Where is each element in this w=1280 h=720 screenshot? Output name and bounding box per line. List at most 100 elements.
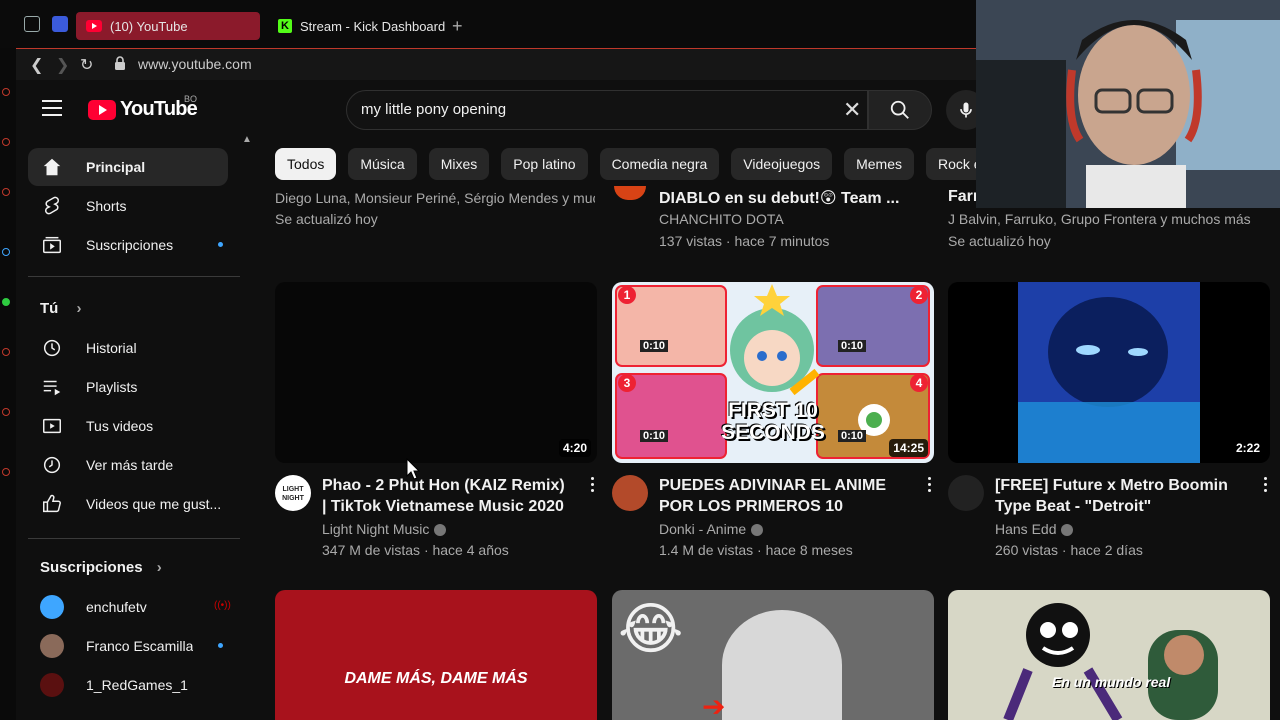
sidebar-item-principal[interactable]: Principal: [28, 148, 228, 186]
channel-name-text: Donki - Anime: [659, 521, 747, 537]
forward-icon[interactable]: ❯: [56, 55, 69, 75]
laughing-emoji-icon: 😂: [618, 597, 684, 660]
avatar[interactable]: LIGHT NIGHT: [275, 475, 311, 511]
lock-icon: [115, 56, 125, 70]
sidebar-item-subscriptions[interactable]: Suscripciones: [28, 226, 228, 264]
history-icon: [40, 336, 64, 360]
rail-item-icon[interactable]: [2, 468, 10, 476]
rail-item-icon[interactable]: [2, 348, 10, 356]
rail-item-icon[interactable]: [2, 88, 10, 96]
you-section-header[interactable]: Tú ›: [40, 300, 82, 317]
sidebar-sub-redgames[interactable]: 1_RedGames_1: [28, 666, 228, 704]
collage-time: 0:10: [640, 430, 669, 442]
youtube-logo[interactable]: YouTube BO: [88, 94, 198, 121]
scroll-up-arrow-icon[interactable]: ▲: [242, 134, 252, 145]
video-card[interactable]: 4:20 LIGHT NIGHT Phao - 2 Phut Hon (KAIZ…: [275, 282, 597, 558]
rail-item-icon[interactable]: [2, 188, 10, 196]
search-input[interactable]: my little pony opening ✕: [346, 90, 868, 130]
video-title[interactable]: PUEDES ADIVINAR EL ANIME POR LOS PRIMERO…: [659, 475, 909, 517]
video-thumbnail[interactable]: 😂 ➔: [612, 590, 934, 720]
subscriptions-section-header[interactable]: Suscripciones ›: [40, 559, 162, 576]
video-stats: 347 M de vistas · hace 4 años: [322, 542, 509, 558]
sidebar-item-label: enchufetv: [86, 599, 147, 615]
live-indicator-icon: ((•)): [214, 600, 231, 611]
extension-icon[interactable]: [52, 16, 68, 32]
sidebar-sub-franco-escamilla[interactable]: Franco Escamilla: [28, 627, 228, 665]
channel-name[interactable]: Hans Edd: [995, 521, 1074, 537]
rail-item-icon[interactable]: [2, 408, 10, 416]
clear-search-icon[interactable]: ✕: [843, 97, 861, 123]
collage-time: 0:10: [640, 340, 669, 352]
channel-name[interactable]: Donki - Anime: [659, 521, 764, 537]
video-title[interactable]: Farr: [948, 188, 979, 206]
country-code: BO: [184, 94, 198, 104]
blue-face-artwork: [1018, 282, 1200, 463]
chip-todos[interactable]: Todos: [275, 148, 337, 180]
collage-time: 0:10: [838, 430, 867, 442]
shorts-icon: [40, 194, 64, 218]
video-card[interactable]: 2:22 [FREE] Future x Metro Boomin Type B…: [948, 282, 1270, 558]
sidebar-item-your-videos[interactable]: Tus videos: [28, 407, 228, 445]
search-button[interactable]: [868, 90, 932, 130]
menu-icon[interactable]: [42, 100, 62, 121]
sidebar-item-label: 1_RedGames_1: [86, 677, 188, 693]
rail-item-icon[interactable]: [2, 138, 10, 146]
sidebar-item-label: Franco Escamilla: [86, 638, 194, 654]
kick-favicon-icon: K: [278, 19, 292, 33]
video-thumbnail[interactable]: 1 2 3 4 0:10 0:10 0:10 0:10 FIRST 10 SEC…: [612, 282, 934, 463]
sidebar-item-label: Historial: [86, 340, 137, 356]
back-icon[interactable]: ❮: [30, 55, 43, 75]
collage-time: 0:10: [838, 340, 867, 352]
more-options-icon[interactable]: [591, 477, 595, 495]
collage-number: 2: [910, 286, 928, 304]
chip-mixes[interactable]: Mixes: [428, 148, 490, 180]
sidebar-toggle-icon[interactable]: [24, 16, 40, 32]
video-title[interactable]: DIABLO en su debut!😲 Team ...: [659, 188, 899, 208]
tab-title: Stream - Kick Dashboard: [300, 18, 446, 34]
sidebar-item-shorts[interactable]: Shorts: [28, 187, 228, 225]
chevron-right-icon: ›: [76, 300, 82, 317]
verified-icon: [751, 524, 764, 537]
avatar[interactable]: [612, 475, 648, 511]
mix-updated: Se actualizó hoy: [275, 211, 378, 227]
avatar[interactable]: [948, 475, 984, 511]
sidebar-item-playlists[interactable]: Playlists: [28, 368, 228, 406]
more-options-icon[interactable]: [928, 477, 932, 495]
avatar[interactable]: [614, 186, 646, 200]
tab-kick-dashboard[interactable]: K Stream - Kick Dashboard: [268, 12, 468, 40]
sidebar-item-liked-videos[interactable]: Videos que me gust...: [28, 485, 228, 523]
reload-icon[interactable]: ↻: [80, 55, 93, 75]
new-tab-button[interactable]: +: [452, 16, 463, 37]
video-thumbnail[interactable]: En un mundo real: [948, 590, 1270, 720]
chip-memes[interactable]: Memes: [844, 148, 915, 180]
subscriptions-section-title: Suscripciones: [40, 559, 143, 576]
video-title[interactable]: Phao - 2 Phut Hon (KAIZ Remix) | TikTok …: [322, 475, 572, 517]
rail-item-icon[interactable]: [2, 298, 10, 306]
mouse-cursor-icon: [406, 458, 420, 480]
url-text[interactable]: www.youtube.com: [138, 56, 252, 72]
avatar: [40, 673, 64, 697]
liked-icon: [40, 492, 64, 516]
sidebar-sub-enchufetv[interactable]: enchufetv ((•)): [28, 588, 231, 626]
sidebar-item-label: Principal: [86, 159, 146, 175]
browser-left-icons: [24, 16, 68, 32]
rail-item-icon[interactable]: [2, 248, 10, 256]
video-thumbnail[interactable]: 4:20: [275, 282, 597, 463]
tab-youtube[interactable]: (10) YouTube: [76, 12, 260, 40]
chip-videojuegos[interactable]: Videojuegos: [731, 148, 833, 180]
channel-name[interactable]: CHANCHITO DOTA: [659, 211, 784, 227]
video-thumbnail[interactable]: DAME MÁS, DAME MÁS: [275, 590, 597, 720]
sidebar-item-history[interactable]: Historial: [28, 329, 228, 367]
more-options-icon[interactable]: [1264, 477, 1268, 495]
video-thumbnail[interactable]: 2:22: [948, 282, 1270, 463]
sidebar-item-label: Suscripciones: [86, 237, 174, 253]
channel-name[interactable]: Light Night Music: [322, 521, 447, 537]
sidebar-divider: [28, 538, 240, 539]
video-card[interactable]: 1 2 3 4 0:10 0:10 0:10 0:10 FIRST 10 SEC…: [612, 282, 934, 558]
chip-musica[interactable]: Música: [348, 148, 417, 180]
chip-pop-latino[interactable]: Pop latino: [501, 148, 588, 180]
sidebar-item-watch-later[interactable]: Ver más tarde: [28, 446, 228, 484]
chip-comedia-negra[interactable]: Comedia negra: [599, 148, 720, 180]
video-title[interactable]: [FREE] Future x Metro Boomin Type Beat -…: [995, 475, 1245, 517]
collage-number: 1: [618, 286, 636, 304]
